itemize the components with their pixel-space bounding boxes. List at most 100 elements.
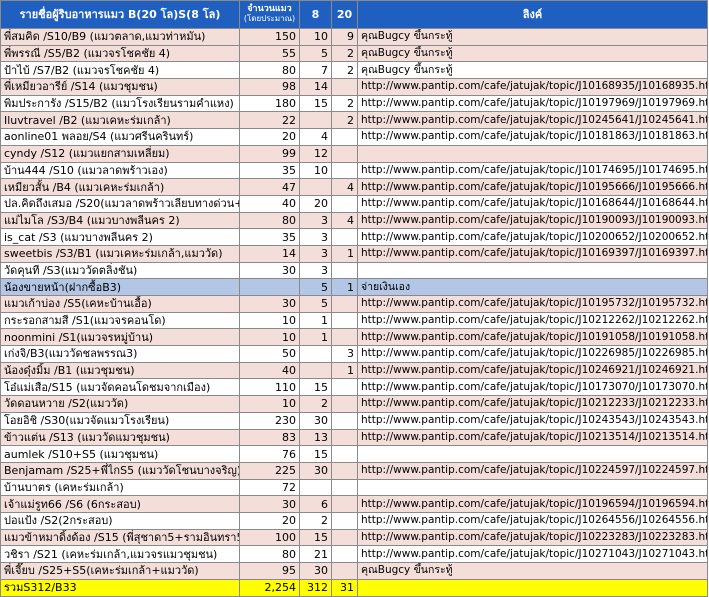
- link-cell[interactable]: http://www.pantip.com/cafe/jatujak/topic…: [357, 361, 708, 380]
- amount-cell[interactable]: 83: [239, 428, 300, 447]
- name-cell[interactable]: วัดคุนที /S3(แมววัดตลิ่งชัน): [0, 261, 240, 280]
- name-cell[interactable]: น้องดุ๋งมิ้ม /B1 (แมวชุมชน): [0, 361, 240, 380]
- name-cell[interactable]: น้องขายหน้า(ฝากซื้อB3): [0, 278, 240, 296]
- big-bag-cell[interactable]: [331, 161, 358, 180]
- amount-cell[interactable]: 99: [239, 144, 300, 163]
- link-cell[interactable]: [357, 478, 708, 497]
- name-cell[interactable]: วัดดอนหวาย /S2(แมววัด): [0, 395, 240, 413]
- small-bag-cell[interactable]: 5: [299, 278, 332, 296]
- small-bag-cell[interactable]: 6: [299, 495, 332, 513]
- small-bag-cell[interactable]: 30: [299, 562, 332, 580]
- link-cell[interactable]: http://www.pantip.com/cafe/jatujak/topic…: [357, 378, 708, 397]
- big-bag-cell[interactable]: [331, 562, 358, 580]
- name-cell[interactable]: ป้าไบ้ /S7/B2 (แมวจรโชคชัย 4): [0, 61, 240, 80]
- amount-cell[interactable]: 80: [239, 545, 300, 563]
- link-cell[interactable]: http://www.pantip.com/cafe/jatujak/topic…: [357, 244, 708, 263]
- name-cell[interactable]: aonline01 พลอย/S4 (แมวศรีนครินทร์): [0, 128, 240, 146]
- small-bag-cell[interactable]: 7: [299, 61, 332, 80]
- link-cell[interactable]: คุณBugcy ขึ้นกระทู้: [357, 61, 708, 80]
- big-bag-cell[interactable]: 2: [331, 111, 358, 130]
- name-cell[interactable]: aumlek /S10+S5 (แมวชุมชน): [0, 445, 240, 463]
- link-cell[interactable]: http://www.pantip.com/cafe/jatujak/topic…: [357, 411, 708, 430]
- small-bag-cell[interactable]: 10: [299, 28, 332, 46]
- amount-cell[interactable]: 30: [239, 261, 300, 280]
- amount-cell[interactable]: 110: [239, 378, 300, 397]
- link-cell[interactable]: http://www.pantip.com/cafe/jatujak/topic…: [357, 511, 708, 530]
- small-bag-cell[interactable]: 13: [299, 428, 332, 447]
- big-bag-cell[interactable]: [331, 128, 358, 146]
- total-big-bag-cell[interactable]: 31: [331, 578, 358, 597]
- header-amount-cell[interactable]: จำนวนแมว (โดยประมาณ): [239, 0, 300, 29]
- link-cell[interactable]: http://www.pantip.com/cafe/jatujak/topic…: [357, 94, 708, 113]
- big-bag-cell[interactable]: 2: [331, 61, 358, 80]
- small-bag-cell[interactable]: 20: [299, 194, 332, 213]
- name-cell[interactable]: บ้าน444 /S10 (แมวลาดพร้าวเอง): [0, 161, 240, 180]
- name-cell[interactable]: โอยอิชิ /S30(แมวจัดแมวโรงเรียน): [0, 411, 240, 430]
- name-cell[interactable]: Iluvtravel /B2 (แมวเคหะร่มเกล้า): [0, 111, 240, 130]
- link-cell[interactable]: http://www.pantip.com/cafe/jatujak/topic…: [357, 111, 708, 130]
- link-cell[interactable]: คุณBugcy ขึ้นกระทู้: [357, 28, 708, 46]
- big-bag-cell[interactable]: 1: [331, 244, 358, 263]
- name-cell[interactable]: พิมประการัง /S15/B2 (แมวโรงเรียนรามคำแหง…: [0, 94, 240, 113]
- name-cell[interactable]: เก่งจิ/B3(แมววัดชลพรรณ3): [0, 345, 240, 363]
- name-cell[interactable]: ปล.คิดถึงเสมอ /S20(แมวลาดพร้าวเลียบทางด่…: [0, 194, 240, 213]
- small-bag-cell[interactable]: [299, 345, 332, 363]
- amount-cell[interactable]: 50: [239, 345, 300, 363]
- amount-cell[interactable]: 10: [239, 395, 300, 413]
- amount-cell[interactable]: 35: [239, 228, 300, 246]
- header-20-cell[interactable]: 20: [331, 0, 358, 29]
- link-cell[interactable]: http://www.pantip.com/cafe/jatujak/topic…: [357, 495, 708, 513]
- link-cell[interactable]: จ่ายเงินเอง: [357, 278, 708, 296]
- name-cell[interactable]: บ้านบาตร (เคหะร่มเกล้า): [0, 478, 240, 497]
- big-bag-cell[interactable]: [331, 295, 358, 313]
- link-cell[interactable]: http://www.pantip.com/cafe/jatujak/topic…: [357, 178, 708, 196]
- big-bag-cell[interactable]: [331, 411, 358, 430]
- amount-cell[interactable]: 30: [239, 495, 300, 513]
- link-cell[interactable]: http://www.pantip.com/cafe/jatujak/topic…: [357, 194, 708, 213]
- amount-cell[interactable]: 40: [239, 361, 300, 380]
- small-bag-cell[interactable]: 15: [299, 445, 332, 463]
- small-bag-cell[interactable]: 3: [299, 261, 332, 280]
- link-cell[interactable]: [357, 261, 708, 280]
- small-bag-cell[interactable]: 4: [299, 128, 332, 146]
- amount-cell[interactable]: 180: [239, 94, 300, 113]
- name-cell[interactable]: พี่สมคิด /S10/B9 (แมวตลาด,แมวท่าหมัน): [0, 28, 240, 46]
- big-bag-cell[interactable]: [331, 311, 358, 330]
- header-name-cell[interactable]: รายชื่อผู้ริบอาหารแมว B(20 โล)S(8 โล): [0, 0, 240, 29]
- small-bag-cell[interactable]: 15: [299, 528, 332, 547]
- small-bag-cell[interactable]: 1: [299, 328, 332, 347]
- name-cell[interactable]: แมวข้าหมาดิ้งด้อง /S15 (พี่สุชาดา5+รามอิ…: [0, 528, 240, 547]
- big-bag-cell[interactable]: [331, 495, 358, 513]
- name-cell[interactable]: พี่พรรณี /S5/B2 (แมวจรโชคชัย 4): [0, 44, 240, 63]
- link-cell[interactable]: http://www.pantip.com/cafe/jatujak/topic…: [357, 345, 708, 363]
- name-cell[interactable]: พี่เหมียวอารีย์ /S14 (แมวชุมชน): [0, 78, 240, 96]
- amount-cell[interactable]: 76: [239, 445, 300, 463]
- name-cell[interactable]: โอ๋แม่เสือ/S15 (แมวจัดคอนโดชมจากเมือง): [0, 378, 240, 397]
- amount-cell[interactable]: 40: [239, 194, 300, 213]
- big-bag-cell[interactable]: [331, 528, 358, 547]
- name-cell[interactable]: พี่เจี๊ยบ /S25+S5(เคหะร่มเกล้า+แมววัด): [0, 562, 240, 580]
- big-bag-cell[interactable]: 4: [331, 178, 358, 196]
- name-cell[interactable]: ปอแป้ง /S2(2กระสอบ): [0, 511, 240, 530]
- link-cell[interactable]: http://www.pantip.com/cafe/jatujak/topic…: [357, 78, 708, 96]
- amount-cell[interactable]: 20: [239, 511, 300, 530]
- link-cell[interactable]: [357, 144, 708, 163]
- small-bag-cell[interactable]: 21: [299, 545, 332, 563]
- big-bag-cell[interactable]: 3: [331, 345, 358, 363]
- big-bag-cell[interactable]: [331, 78, 358, 96]
- big-bag-cell[interactable]: [331, 228, 358, 246]
- link-cell[interactable]: http://www.pantip.com/cafe/jatujak/topic…: [357, 328, 708, 347]
- amount-cell[interactable]: 22: [239, 111, 300, 130]
- name-cell[interactable]: วชิรา /S21 (เคหะร่มเกล้า,แมวจรแมวชุมชน): [0, 545, 240, 563]
- name-cell[interactable]: เจ้าแม่รูท66 /S6 (6กระสอบ): [0, 495, 240, 513]
- amount-cell[interactable]: 230: [239, 411, 300, 430]
- link-cell[interactable]: คุณBugcy ขึ้นกระทู้: [357, 44, 708, 63]
- link-cell[interactable]: http://www.pantip.com/cafe/jatujak/topic…: [357, 311, 708, 330]
- big-bag-cell[interactable]: 1: [331, 278, 358, 296]
- small-bag-cell[interactable]: 5: [299, 44, 332, 63]
- amount-cell[interactable]: 30: [239, 295, 300, 313]
- amount-cell[interactable]: 225: [239, 461, 300, 480]
- name-cell[interactable]: sweetbis /S3/B1 (แมวเคหะร่มเกล้า,แมววัด): [0, 244, 240, 263]
- small-bag-cell[interactable]: 2: [299, 395, 332, 413]
- amount-cell[interactable]: 14: [239, 244, 300, 263]
